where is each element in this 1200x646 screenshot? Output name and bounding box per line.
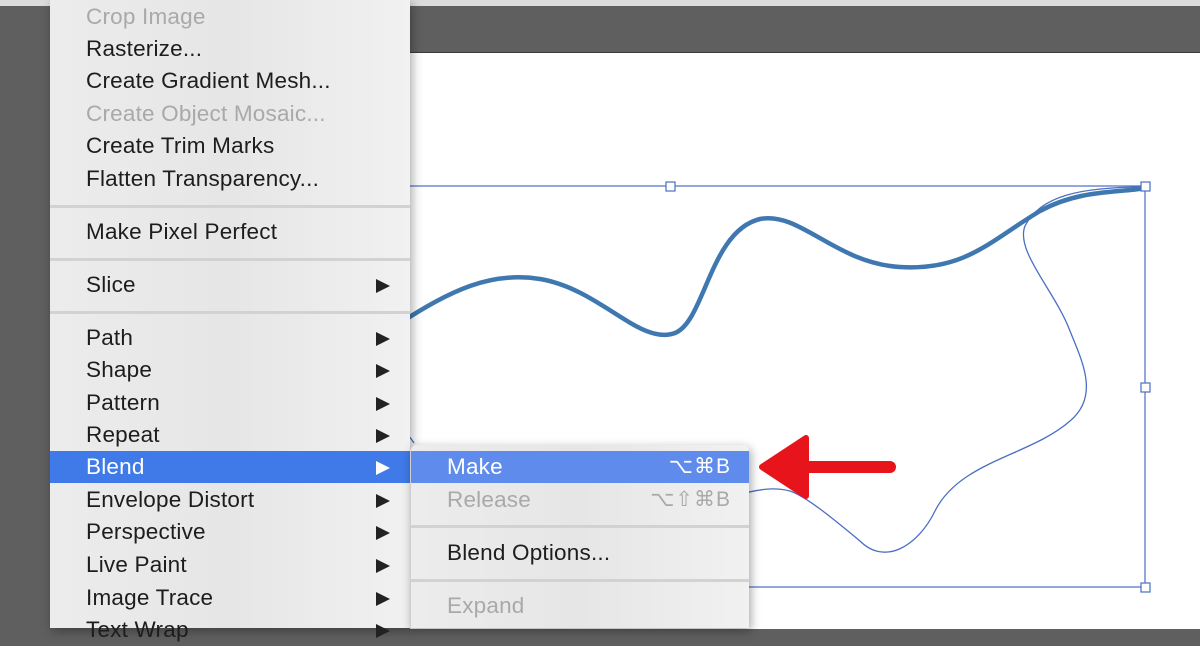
- menu-item-label: Slice: [86, 272, 136, 297]
- menu-item-shape[interactable]: Shape: [50, 354, 410, 386]
- menu-item-label: Pattern: [86, 390, 160, 415]
- menu-item-label: Make: [447, 454, 503, 479]
- menu-item-text-wrap[interactable]: Text Wrap: [50, 614, 410, 646]
- menu-item-label: Perspective: [86, 519, 206, 544]
- submenu-arrow-icon: [376, 461, 390, 475]
- top-center-handle[interactable]: [665, 181, 676, 192]
- menu-item-live-paint[interactable]: Live Paint: [50, 549, 410, 581]
- menu-item-label: Repeat: [86, 422, 160, 447]
- submenu-item-blend-options[interactable]: Blend Options...: [411, 537, 749, 569]
- submenu-arrow-icon: [376, 279, 390, 293]
- menu-item-repeat[interactable]: Repeat: [50, 419, 410, 451]
- menu-item-label: Live Paint: [86, 552, 187, 577]
- submenu-arrow-icon: [376, 364, 390, 378]
- menu-item-path[interactable]: Path: [50, 322, 410, 354]
- blend-submenu: Make ⌥⌘B Release ⌥⇧⌘B Blend Options... Exp…: [410, 445, 749, 628]
- outline-path-left: [410, 436, 415, 444]
- menu-separator: [411, 579, 749, 582]
- menu-item-shortcut: ⌥⇧⌘B: [650, 488, 731, 511]
- menu-item-flatten-transparency[interactable]: Flatten Transparency...: [50, 163, 410, 195]
- submenu-item-release: Release ⌥⇧⌘B: [411, 484, 749, 516]
- menu-item-crop-image: Crop Image: [50, 1, 410, 33]
- menu-item-make-pixel-perfect[interactable]: Make Pixel Perfect: [50, 216, 410, 248]
- submenu-item-expand: Expand: [411, 590, 749, 622]
- submenu-arrow-icon: [376, 397, 390, 411]
- submenu-arrow-icon: [376, 526, 390, 540]
- submenu-arrow-icon: [376, 624, 390, 638]
- menu-item-label: Expand: [447, 593, 525, 618]
- menu-item-create-gradient-mesh[interactable]: Create Gradient Mesh...: [50, 65, 410, 97]
- menu-item-label: Create Object Mosaic...: [86, 101, 326, 126]
- top-right-handle[interactable]: [1140, 181, 1151, 192]
- bottom-right-handle[interactable]: [1140, 582, 1151, 593]
- outline-path: [739, 186, 1146, 553]
- menu-item-blend[interactable]: Blend: [50, 451, 410, 483]
- object-menu: Crop Image Rasterize... Create Gradient …: [50, 0, 410, 642]
- menu-item-label: Shape: [86, 357, 153, 382]
- submenu-item-make[interactable]: Make ⌥⌘B: [411, 451, 749, 483]
- menu-item-label: Crop Image: [86, 4, 206, 29]
- submenu-arrow-icon: [376, 332, 390, 346]
- wave-stroke-path: [410, 185, 1148, 338]
- submenu-arrow-icon: [376, 494, 390, 508]
- menu-item-create-trim-marks[interactable]: Create Trim Marks: [50, 130, 410, 162]
- menu-item-perspective[interactable]: Perspective: [50, 516, 410, 548]
- middle-right-handle[interactable]: [1140, 382, 1151, 393]
- submenu-arrow-icon: [376, 559, 390, 573]
- menu-item-label: Rasterize...: [86, 36, 203, 61]
- menu-item-shortcut: ⌥⌘B: [668, 455, 731, 478]
- menu-item-label: Create Trim Marks: [86, 133, 275, 158]
- menu-item-label: Flatten Transparency...: [86, 166, 320, 191]
- submenu-arrow-icon: [376, 429, 390, 443]
- menu-item-label: Blend: [86, 454, 145, 479]
- menu-item-label: Text Wrap: [86, 617, 189, 642]
- menu-item-label: Path: [86, 325, 134, 350]
- menu-item-create-object-mosaic: Create Object Mosaic...: [50, 98, 410, 130]
- menu-item-rasterize[interactable]: Rasterize...: [50, 33, 410, 65]
- red-arrow-icon: [759, 435, 896, 499]
- menu-item-label: Envelope Distort: [86, 487, 255, 512]
- menu-item-label: Make Pixel Perfect: [86, 219, 278, 244]
- menu-item-label: Release: [447, 487, 531, 512]
- menu-item-pattern[interactable]: Pattern: [50, 387, 410, 419]
- menu-separator: [50, 205, 410, 208]
- menu-item-image-trace[interactable]: Image Trace: [50, 582, 410, 614]
- menu-item-label: Image Trace: [86, 585, 214, 610]
- menu-item-envelope-distort[interactable]: Envelope Distort: [50, 484, 410, 516]
- submenu-arrow-icon: [376, 592, 390, 606]
- menu-item-label: Create Gradient Mesh...: [86, 68, 331, 93]
- menu-item-label: Blend Options...: [447, 540, 611, 565]
- menu-item-slice[interactable]: Slice: [50, 269, 410, 301]
- menu-separator: [50, 311, 410, 314]
- menu-separator: [411, 525, 749, 528]
- menu-separator: [50, 258, 410, 261]
